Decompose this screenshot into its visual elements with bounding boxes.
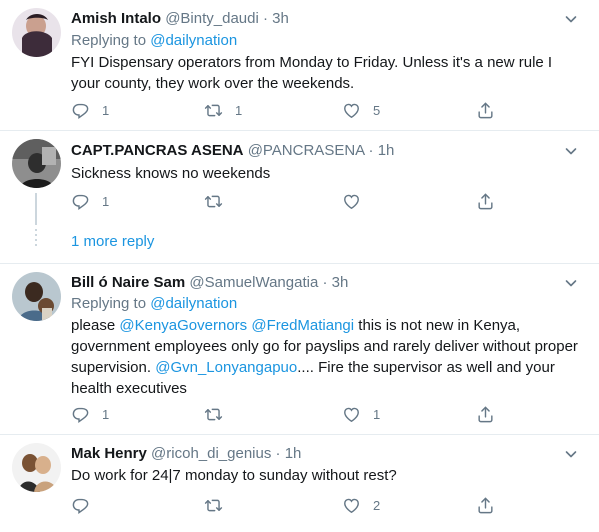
share-button[interactable] (476, 495, 495, 515)
chevron-down-icon[interactable] (563, 143, 579, 159)
reply-count: 1 (102, 193, 110, 209)
thread-line (35, 193, 37, 225)
reply-count: 1 (102, 102, 110, 118)
user-handle[interactable]: @SamuelWangatia (189, 274, 318, 291)
like-count: 2 (373, 497, 381, 513)
share-icon (476, 192, 495, 211)
like-icon (342, 496, 361, 515)
separator-dot: · (322, 274, 328, 291)
timestamp[interactable]: 3h (272, 10, 289, 27)
tweet-header: Amish Intalo @Binty_daudi · 3h (71, 9, 289, 29)
retweet-count: 1 (235, 102, 243, 118)
tweet-amish-intalo[interactable]: Amish Intalo @Binty_daudi · 3h Replying … (0, 0, 599, 130)
reply-icon (71, 192, 90, 211)
share-button[interactable] (476, 100, 495, 120)
separator-dot: · (275, 445, 281, 462)
like-count: 5 (373, 102, 381, 118)
timestamp[interactable]: 3h (332, 274, 349, 291)
tweet-text: FYI Dispensary operators from Monday to … (71, 54, 553, 92)
separator-dot: · (368, 142, 374, 159)
avatar[interactable] (12, 8, 61, 57)
like-count: 1 (373, 406, 381, 422)
tweet-mak-henry[interactable]: Mak Henry @ricoh_di_genius · 1h Do work … (0, 435, 599, 532)
text-segment: please (71, 317, 120, 334)
reply-icon (71, 101, 90, 120)
retweet-button[interactable] (204, 404, 223, 424)
chevron-down-icon[interactable] (563, 11, 579, 27)
reply-button[interactable]: 1 (71, 404, 109, 424)
action-bar: 1 1 (71, 404, 511, 424)
user-handle[interactable]: @PANCRASENA (248, 142, 365, 159)
chevron-down-icon[interactable] (563, 275, 579, 291)
thread-dots (35, 229, 37, 249)
tweet-capt-pancras-asena[interactable]: CAPT.PANCRAS ASENA @PANCRASENA · 1h Sick… (0, 131, 599, 263)
retweet-icon (204, 101, 223, 120)
action-bar: 1 1 5 (71, 100, 511, 120)
reply-button[interactable]: 1 (71, 100, 109, 120)
mention-link[interactable]: @Gvn_Lonyangapuo (155, 359, 297, 376)
tweet-text: please @KenyaGovernors @FredMatiangi thi… (71, 315, 581, 399)
tweet-header: Mak Henry @ricoh_di_genius · 1h (71, 444, 301, 464)
tweet-header: CAPT.PANCRAS ASENA @PANCRASENA · 1h (71, 141, 394, 161)
like-button[interactable]: 5 (342, 100, 380, 120)
reply-count: 1 (102, 406, 110, 422)
reply-button[interactable] (71, 495, 90, 515)
replying-to: Replying to @dailynation (71, 294, 237, 314)
timestamp[interactable]: 1h (378, 142, 395, 159)
display-name[interactable]: Bill ó Naire Sam (71, 274, 185, 291)
user-handle[interactable]: @Binty_daudi (165, 10, 259, 27)
display-name[interactable]: CAPT.PANCRAS ASENA (71, 142, 244, 159)
avatar[interactable] (12, 443, 61, 492)
chevron-down-icon[interactable] (563, 446, 579, 462)
share-icon (476, 405, 495, 424)
show-more-replies-link[interactable]: 1 more reply (71, 232, 154, 252)
retweet-button[interactable] (204, 495, 223, 515)
replying-prefix: Replying to (71, 295, 147, 312)
like-icon (342, 192, 361, 211)
action-bar: 2 (71, 495, 511, 515)
like-button[interactable]: 1 (342, 404, 380, 424)
share-icon (476, 101, 495, 120)
timestamp[interactable]: 1h (285, 445, 302, 462)
reply-icon (71, 405, 90, 424)
retweet-button[interactable]: 1 (204, 100, 242, 120)
like-button[interactable] (342, 191, 361, 211)
reply-icon (71, 496, 90, 515)
tweet-text: Sickness knows no weekends (71, 165, 271, 182)
like-icon (342, 405, 361, 424)
tweet-text: Do work for 24|7 monday to sunday withou… (71, 467, 397, 484)
like-icon (342, 101, 361, 120)
avatar[interactable] (12, 139, 61, 188)
replying-prefix: Replying to (71, 32, 147, 49)
share-icon (476, 496, 495, 515)
mention-link[interactable]: @dailynation (150, 295, 237, 312)
mention-link[interactable]: @dailynation (150, 32, 237, 49)
retweet-icon (204, 496, 223, 515)
tweet-header: Bill ó Naire Sam @SamuelWangatia · 3h (71, 273, 348, 293)
action-bar: 1 (71, 191, 511, 211)
retweet-icon (204, 405, 223, 424)
mention-link[interactable]: @FredMatiangi (251, 317, 354, 334)
tweet-bill-o-naire-sam[interactable]: Bill ó Naire Sam @SamuelWangatia · 3h Re… (0, 264, 599, 434)
user-handle[interactable]: @ricoh_di_genius (151, 445, 271, 462)
mention-link[interactable]: @KenyaGovernors (119, 317, 247, 334)
replying-to: Replying to @dailynation (71, 31, 237, 51)
retweet-button[interactable] (204, 191, 223, 211)
avatar[interactable] (12, 272, 61, 321)
share-button[interactable] (476, 404, 495, 424)
separator-dot: · (262, 10, 268, 27)
share-button[interactable] (476, 191, 495, 211)
display-name[interactable]: Mak Henry (71, 445, 147, 462)
retweet-icon (204, 192, 223, 211)
reply-button[interactable]: 1 (71, 191, 109, 211)
like-button[interactable]: 2 (342, 495, 380, 515)
display-name[interactable]: Amish Intalo (71, 10, 161, 27)
